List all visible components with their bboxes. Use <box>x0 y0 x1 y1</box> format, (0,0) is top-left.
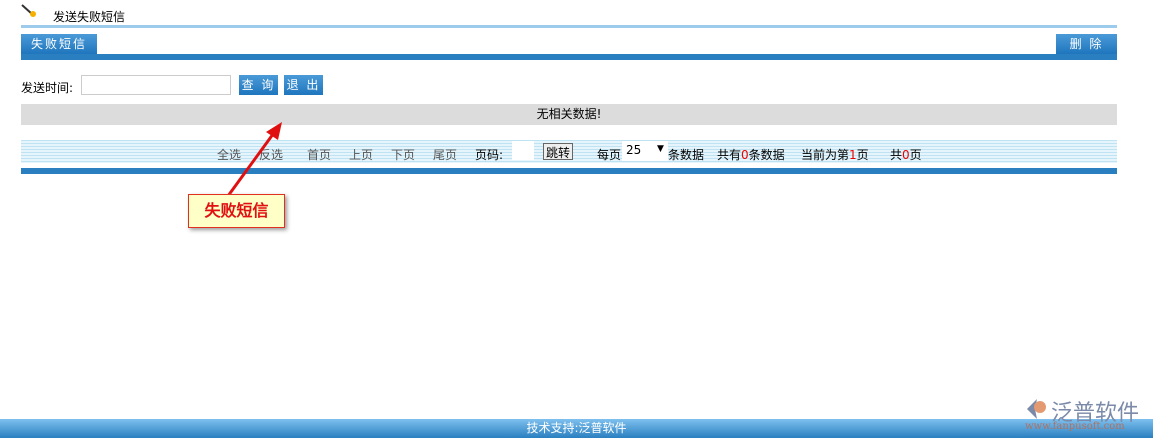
annotation-arrow-icon <box>226 122 282 197</box>
current-page: 当前为第1页 <box>801 148 869 162</box>
tab-failed-sms[interactable]: 失败短信 <box>21 34 97 54</box>
logo-url: www.fanpusoft.com <box>1025 421 1125 432</box>
footer-bar: 技术支持:泛普软件 <box>0 419 1153 438</box>
send-time-input[interactable] <box>81 75 231 95</box>
page-title: 发送失败短信 <box>53 10 126 24</box>
dropdown-arrow-icon: ▼ <box>657 144 664 154</box>
last-page-link[interactable]: 尾页 <box>433 146 457 163</box>
per-page-label: 每页 <box>597 148 622 162</box>
per-page-suffix: 条数据 <box>668 148 705 162</box>
footer-text: 技术支持:泛普软件 <box>526 421 627 435</box>
page-label: 页码: <box>475 148 504 162</box>
prev-page-link[interactable]: 上页 <box>349 146 373 163</box>
pager-bar <box>21 168 1117 174</box>
fanpu-logo: 泛普软件 www.fanpusoft.com <box>1025 395 1150 435</box>
no-data-message: 无相关数据! <box>21 104 1117 125</box>
page-input[interactable] <box>512 141 534 160</box>
total-records: 共有0条数据 <box>717 148 785 162</box>
first-page-link[interactable]: 首页 <box>307 146 331 163</box>
delete-button[interactable]: 删 除 <box>1056 34 1117 54</box>
pen-icon <box>21 4 37 18</box>
send-time-label: 发送时间: <box>21 81 74 95</box>
next-page-link[interactable]: 下页 <box>391 146 415 163</box>
query-button[interactable]: 查 询 <box>239 75 278 95</box>
annotation-callout: 失败短信 <box>188 194 285 228</box>
per-page-select[interactable]: 25 ▼ <box>622 141 668 161</box>
header-divider <box>21 25 1117 28</box>
exit-button[interactable]: 退 出 <box>284 75 323 95</box>
pager: 全选 反选 首页 上页 下页 尾页 页码: 跳转 每页 25 ▼ 条数据 共有0… <box>21 140 1117 163</box>
total-pages: 共0页 <box>890 148 922 162</box>
jump-button[interactable]: 跳转 <box>543 143 574 160</box>
toolbar-bar <box>21 54 1117 60</box>
